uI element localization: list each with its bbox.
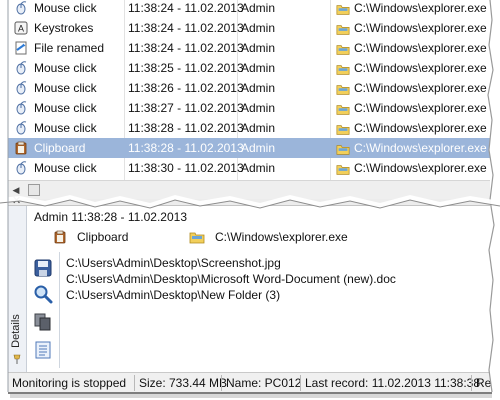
details-header: Admin 11:38:28 - 11.02.2013 bbox=[34, 210, 187, 224]
event-type-cell: Clipboard bbox=[34, 141, 86, 155]
folder-icon bbox=[336, 21, 350, 35]
timestamp-cell: 11:38:28 - 11.02.2013 bbox=[128, 141, 244, 155]
user-cell: Admin bbox=[241, 141, 276, 155]
application-cell: C:\Windows\explorer.exe bbox=[354, 121, 487, 135]
timestamp-cell: 11:38:24 - 11.02.2013 bbox=[128, 1, 244, 15]
folder-icon bbox=[336, 1, 350, 15]
status-size: Size: 733.44 MB bbox=[139, 376, 228, 390]
event-type-cell: Mouse click bbox=[34, 81, 97, 95]
clipboard-icon bbox=[54, 230, 66, 244]
table-row[interactable]: Mouse click 11:38:25 - 11.02.2013 Admin C:\… bbox=[8, 58, 490, 78]
folder-icon bbox=[336, 61, 350, 75]
table-row[interactable]: Mouse click 11:38:27 - 11.02.2013 Admin C:\… bbox=[8, 98, 490, 118]
table-row[interactable]: A Keystrokes 11:38:24 - 11.02.2013 Admin C:\… bbox=[8, 18, 490, 38]
details-toolbar bbox=[27, 252, 57, 368]
mouse-icon bbox=[14, 1, 28, 15]
timestamp-cell: 11:38:28 - 11.02.2013 bbox=[128, 121, 244, 135]
event-type-cell: Mouse click bbox=[34, 121, 97, 135]
app-window: Mouse click 11:38:24 - 11.02.2013 Admin C:\… bbox=[0, 0, 500, 400]
mouse-icon bbox=[14, 161, 28, 175]
file-icon bbox=[14, 41, 28, 55]
status-name: Name: PC012 bbox=[226, 376, 302, 390]
status-bar: Monitoring is stopped Size: 733.44 MB Na… bbox=[8, 372, 492, 393]
table-row[interactable]: File renamed 11:38:24 - 11.02.2013 Admin C:… bbox=[8, 38, 490, 58]
application-cell: C:\Windows\explorer.exe bbox=[354, 81, 487, 95]
clipboard-icon bbox=[14, 141, 28, 155]
user-cell: Admin bbox=[241, 101, 276, 115]
panel-splitter[interactable]: ✕ bbox=[8, 195, 490, 207]
mouse-icon bbox=[14, 121, 28, 135]
timestamp-cell: 11:38:27 - 11.02.2013 bbox=[128, 101, 244, 115]
user-cell: Admin bbox=[241, 61, 276, 75]
user-cell: Admin bbox=[241, 81, 276, 95]
event-type-cell: Keystrokes bbox=[34, 21, 94, 35]
user-cell: Admin bbox=[241, 121, 276, 135]
application-cell: C:\Windows\explorer.exe bbox=[354, 141, 487, 155]
table-row[interactable]: Clipboard 11:38:28 - 11.02.2013 Admin C:\Wi… bbox=[8, 138, 490, 158]
table-row[interactable]: Mouse click 11:38:24 - 11.02.2013 Admin C:\… bbox=[8, 0, 490, 18]
table-row[interactable]: Mouse click 11:38:26 - 11.02.2013 Admin C:\… bbox=[8, 78, 490, 98]
folder-icon bbox=[336, 101, 350, 115]
event-type-cell: Mouse click bbox=[34, 61, 97, 75]
clipboard-line: C:\Users\Admin\Desktop\New Folder (3) bbox=[66, 288, 281, 302]
event-type-cell: File renamed bbox=[34, 41, 105, 55]
details-tab-label: Details bbox=[10, 314, 22, 348]
status-monitoring: Monitoring is stopped bbox=[12, 376, 127, 390]
details-event-type: Clipboard bbox=[77, 230, 129, 244]
event-type-cell: Mouse click bbox=[34, 1, 97, 15]
details-panel: Admin 11:38:28 - 11.02.2013 Clipboard C:… bbox=[27, 206, 491, 372]
document-icon[interactable] bbox=[33, 340, 53, 360]
status-last-record: Last record: 11.02.2013 11:38:38 bbox=[305, 376, 481, 390]
details-tab[interactable]: Details bbox=[8, 206, 27, 372]
timestamp-cell: 11:38:24 - 11.02.2013 bbox=[128, 41, 244, 55]
folder-icon bbox=[189, 232, 205, 244]
application-cell: C:\Windows\explorer.exe bbox=[354, 161, 487, 175]
horizontal-scrollbar[interactable]: ◀ bbox=[8, 180, 490, 200]
details-application: C:\Windows\explorer.exe bbox=[215, 230, 348, 244]
folder-icon bbox=[336, 161, 350, 175]
keyboard-icon: A bbox=[14, 21, 28, 35]
timestamp-cell: 11:38:24 - 11.02.2013 bbox=[128, 21, 244, 35]
folder-icon bbox=[336, 141, 350, 155]
pin-icon[interactable] bbox=[12, 354, 22, 364]
timestamp-cell: 11:38:25 - 11.02.2013 bbox=[128, 61, 244, 75]
clipboard-line: C:\Users\Admin\Desktop\Screenshot.jpg bbox=[66, 256, 281, 270]
application-cell: C:\Windows\explorer.exe bbox=[354, 41, 487, 55]
user-cell: Admin bbox=[241, 1, 276, 15]
timestamp-cell: 11:38:26 - 11.02.2013 bbox=[128, 81, 244, 95]
table-row[interactable]: Mouse click 11:38:28 - 11.02.2013 Admin C:\… bbox=[8, 118, 490, 138]
copy-icon[interactable] bbox=[33, 312, 53, 332]
save-icon[interactable] bbox=[33, 258, 53, 278]
application-cell: C:\Windows\explorer.exe bbox=[354, 61, 487, 75]
user-cell: Admin bbox=[241, 161, 276, 175]
mouse-icon bbox=[14, 61, 28, 75]
application-cell: C:\Windows\explorer.exe bbox=[354, 1, 487, 15]
mouse-icon bbox=[14, 101, 28, 115]
scrollbar-thumb[interactable] bbox=[28, 184, 40, 196]
event-type-cell: Mouse click bbox=[34, 101, 97, 115]
user-cell: Admin bbox=[241, 41, 276, 55]
clipboard-line: C:\Users\Admin\Desktop\Microsoft Word-Do… bbox=[66, 272, 396, 286]
application-cell: C:\Windows\explorer.exe bbox=[354, 101, 487, 115]
search-icon[interactable] bbox=[33, 284, 53, 304]
table-row[interactable]: Mouse click 11:38:30 - 11.02.2013 Admin C:\… bbox=[8, 158, 490, 178]
event-type-cell: Mouse click bbox=[34, 161, 97, 175]
timestamp-cell: 11:38:30 - 11.02.2013 bbox=[128, 161, 244, 175]
folder-icon bbox=[336, 121, 350, 135]
application-cell: C:\Windows\explorer.exe bbox=[354, 21, 487, 35]
event-log-list[interactable]: Mouse click 11:38:24 - 11.02.2013 Admin C:\… bbox=[8, 0, 490, 180]
folder-icon bbox=[336, 41, 350, 55]
status-extra: Re bbox=[476, 376, 492, 390]
folder-icon bbox=[336, 81, 350, 95]
mouse-icon bbox=[14, 81, 28, 95]
details-content[interactable]: C:\Users\Admin\Desktop\Screenshot.jpg C:… bbox=[59, 252, 491, 368]
svg-text:A: A bbox=[18, 24, 24, 34]
user-cell: Admin bbox=[241, 21, 276, 35]
